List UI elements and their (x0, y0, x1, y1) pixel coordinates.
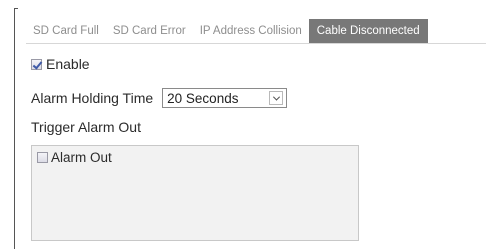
alarm-holding-time-label: Alarm Holding Time (31, 90, 154, 106)
alarm-holding-time-select[interactable]: 20 Seconds (162, 88, 288, 108)
tab-bar-divider (26, 43, 486, 44)
enable-row: Enable (31, 56, 90, 72)
tab-sd-card-error[interactable]: SD Card Error (106, 19, 193, 43)
alarm-holding-time-value: 20 Seconds (167, 90, 239, 106)
left-border-tick (14, 8, 18, 9)
tab-cable-disconnected[interactable]: Cable Disconnected (308, 19, 428, 43)
alarm-out-item: Alarm Out (37, 150, 112, 165)
enable-label: Enable (46, 56, 90, 72)
tab-sd-card-full[interactable]: SD Card Full (26, 19, 106, 43)
alarm-holding-time-row: Alarm Holding Time 20 Seconds (31, 88, 288, 108)
enable-checkbox[interactable] (31, 58, 42, 70)
left-border (14, 8, 15, 249)
alarm-out-label: Alarm Out (51, 150, 112, 165)
alarm-out-checkbox[interactable] (37, 152, 48, 163)
alarm-settings-panel: SD Card Full SD Card Error IP Address Co… (0, 0, 497, 249)
chevron-down-icon[interactable] (269, 91, 284, 105)
trigger-alarm-out-title: Trigger Alarm Out (31, 119, 141, 135)
tab-ip-address-collision[interactable]: IP Address Collision (193, 19, 309, 43)
trigger-alarm-out-list: Alarm Out (31, 145, 359, 241)
tab-bar: SD Card Full SD Card Error IP Address Co… (26, 19, 486, 43)
